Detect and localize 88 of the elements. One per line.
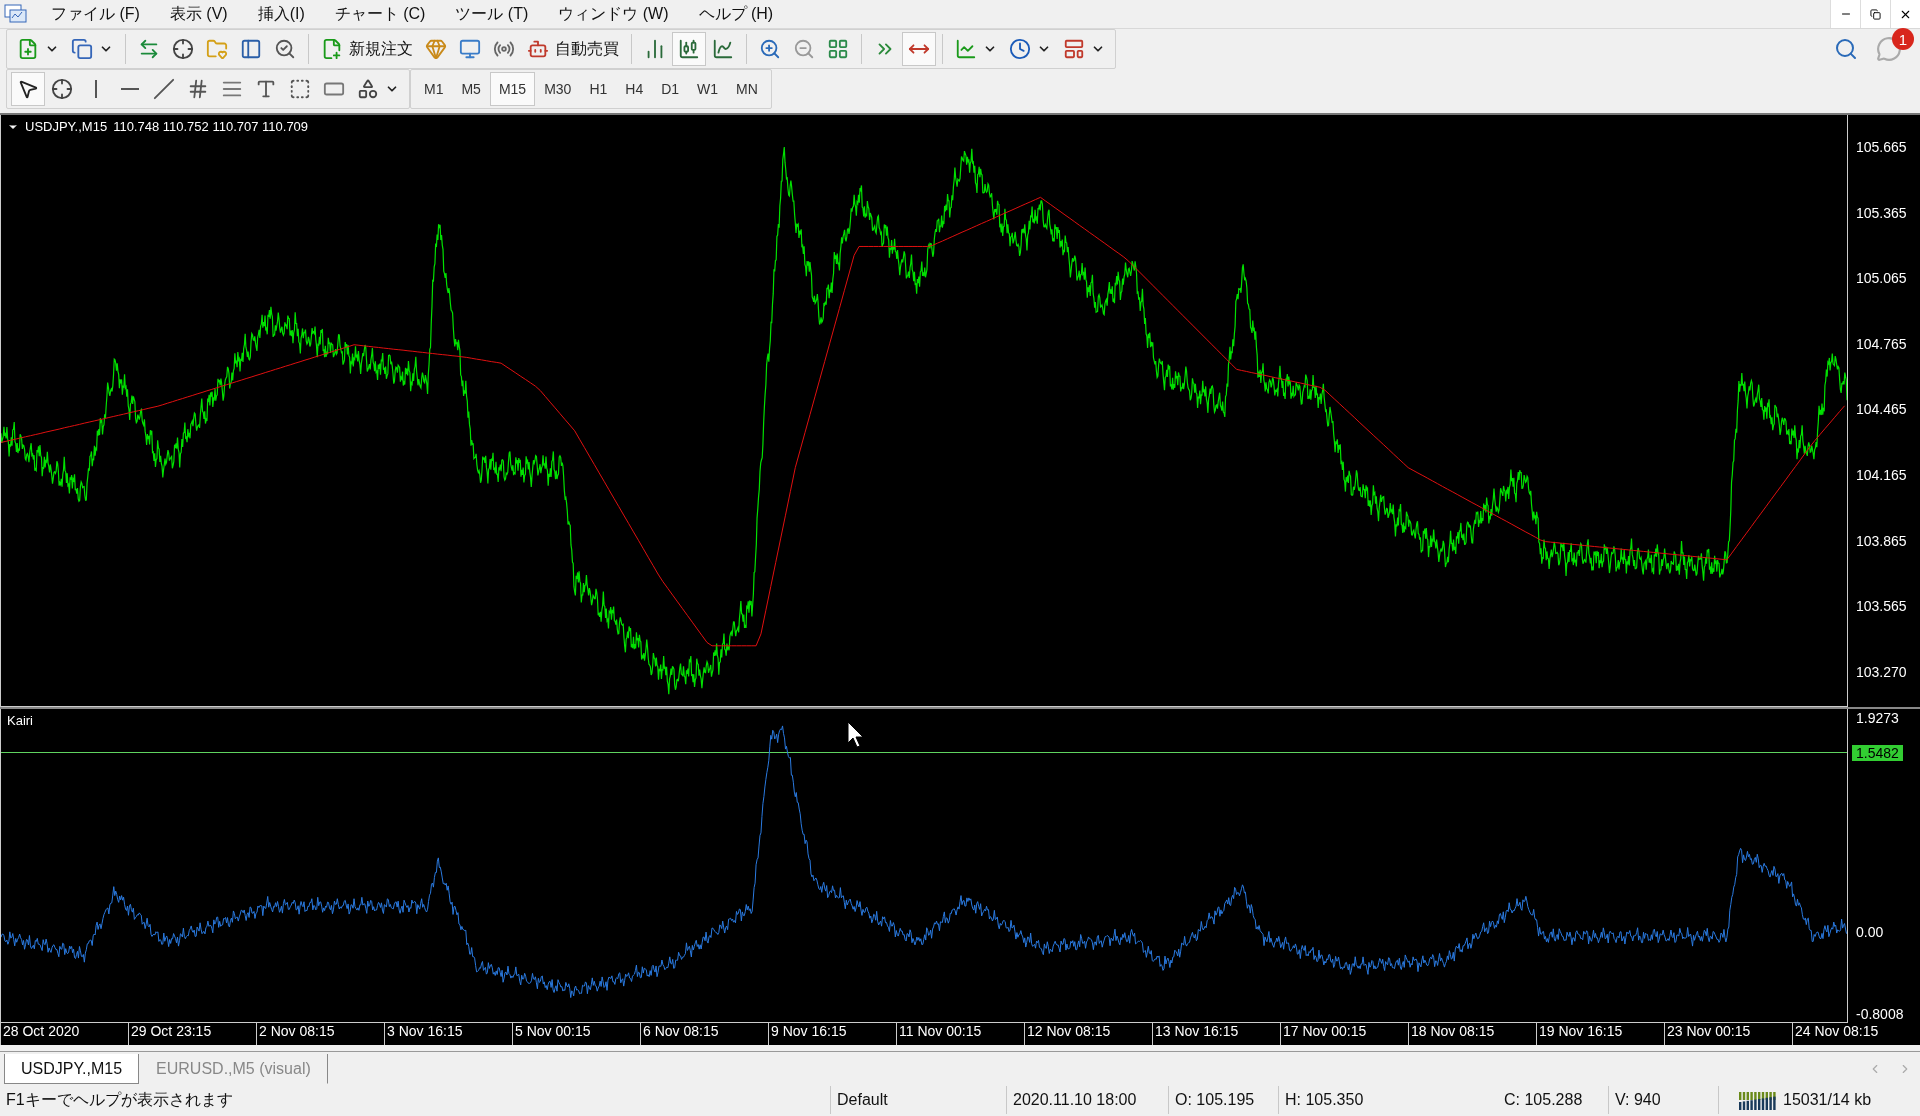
chart-tab[interactable]: USDJPY.,M15 [4, 1054, 140, 1084]
timeframe-button[interactable]: MN [727, 72, 767, 106]
timeframe-button[interactable]: M30 [535, 72, 581, 106]
bar-time: 2020.11.10 18:00 [1006, 1086, 1168, 1114]
chart-symbol: USDJPY.,M15 [25, 119, 108, 134]
price-label: 104.465 [1856, 401, 1907, 418]
panel-icon [240, 38, 262, 60]
menu-item[interactable]: 表示 (V) [154, 3, 243, 25]
help-text: F1キーでヘルプが表示されます [5, 1090, 234, 1110]
zoom-in-icon [759, 38, 781, 60]
open-price: O: 105.195 [1168, 1086, 1278, 1114]
toolbar-button[interactable]: 新規注文 [315, 32, 419, 66]
menu-item[interactable]: チャート (C) [319, 3, 441, 25]
clock-icon [1009, 38, 1031, 60]
chat-icon[interactable] [1876, 36, 1902, 62]
close-price: C: 105.288 [1503, 1090, 1584, 1110]
time-label: 18 Nov 08:15 [1408, 1023, 1536, 1045]
timeframe-button[interactable]: M15 [489, 72, 536, 106]
price-label: 105.665 [1856, 139, 1907, 155]
time-label: 17 Nov 00:15 [1280, 1023, 1408, 1045]
time-label: 3 Nov 16:15 [384, 1023, 512, 1045]
high-price: H: 105.350 [1278, 1086, 1498, 1114]
timeframe-button[interactable]: D1 [652, 72, 689, 106]
timeframe-button[interactable]: H4 [616, 72, 653, 106]
chart-ohlc: 110.748 110.752 110.707 110.709 [113, 119, 309, 134]
monitor-icon [459, 38, 481, 60]
price-label: 105.065 [1856, 270, 1907, 287]
time-label: 2 Nov 08:15 [256, 1023, 384, 1045]
restore-button[interactable] [1860, 0, 1890, 28]
grid-icon [827, 38, 849, 60]
time-label: 12 Nov 08:15 [1024, 1023, 1152, 1045]
price-label: 104.165 [1856, 467, 1907, 483]
timeframe-button[interactable]: M5 [452, 72, 490, 106]
indicator-max-label: 1.9273 [1856, 710, 1899, 727]
line-chart-icon [712, 38, 734, 60]
horizontal-line-icon [121, 88, 139, 90]
toolbar-button[interactable] [11, 72, 45, 106]
time-label: 5 Nov 00:15 [512, 1023, 640, 1045]
traffic-text: 15031/14 kb [1783, 1091, 1872, 1109]
toolbar-button[interactable] [672, 32, 706, 66]
timeframe-button[interactable]: W1 [688, 72, 728, 106]
vertical-line-icon [95, 80, 97, 98]
connection-bars-icon [1739, 1090, 1777, 1110]
time-label: 13 Nov 16:15 [1152, 1023, 1280, 1045]
price-label: 103.865 [1856, 532, 1907, 549]
time-label: 19 Nov 16:15 [1536, 1023, 1664, 1045]
volume: V: 940 [1608, 1086, 1718, 1114]
price-label: 104.765 [1856, 335, 1907, 352]
price-label: 105.365 [1856, 204, 1907, 221]
menu-item[interactable]: ウィンドウ (W) [543, 3, 684, 25]
crosshair-icon [172, 38, 194, 60]
menu-item[interactable]: ツール (T) [440, 3, 544, 25]
hatch-icon [187, 78, 209, 100]
menu-item[interactable]: ヘルプ (H) [683, 3, 789, 25]
current-value-tag: 1.5482 [1852, 744, 1903, 761]
zoom-out-icon [793, 38, 815, 60]
close-button[interactable] [1890, 0, 1920, 28]
pointer-icon [17, 78, 39, 100]
time-label: 9 Nov 16:15 [768, 1023, 896, 1045]
search-icon[interactable] [1834, 37, 1858, 61]
profile-name: Default [830, 1086, 1006, 1114]
letter-icon [255, 78, 277, 100]
time-label: 23 Nov 00:15 [1664, 1023, 1792, 1045]
timeframe-button[interactable]: M1 [415, 72, 453, 106]
time-label: 28 Oct 2020 [0, 1023, 128, 1045]
indicator-name: Kairi [7, 713, 33, 728]
crosshair-icon [51, 78, 73, 100]
time-label: 6 Nov 08:15 [640, 1023, 768, 1045]
app-icon [4, 3, 28, 25]
diagonal-line-icon [153, 78, 175, 100]
menu-item[interactable]: 挿入(I) [242, 3, 320, 25]
menu-item[interactable]: ファイル (F) [36, 3, 155, 25]
candlestick-icon [678, 38, 700, 60]
indicator-zero-label: 0.00 [1856, 923, 1884, 940]
timeframe-button[interactable]: H1 [580, 72, 617, 106]
indicator-min-label: -0.8008 [1856, 1005, 1904, 1022]
windows-icon [71, 38, 93, 60]
robot-icon [527, 38, 549, 60]
magnifier-icon [274, 38, 296, 60]
price-label: 103.270 [1856, 663, 1907, 680]
notification-count: 1 [1892, 28, 1914, 50]
time-label: 11 Nov 00:15 [896, 1023, 1024, 1045]
price-label: 103.565 [1856, 598, 1907, 615]
toolbar-button[interactable]: 自動売買 [521, 32, 625, 66]
folder-icon [206, 38, 228, 60]
time-label: 24 Nov 08:15 [1792, 1023, 1920, 1045]
time-label: 29 Oct 23:15 [128, 1023, 256, 1045]
restore-icon [1870, 8, 1881, 20]
